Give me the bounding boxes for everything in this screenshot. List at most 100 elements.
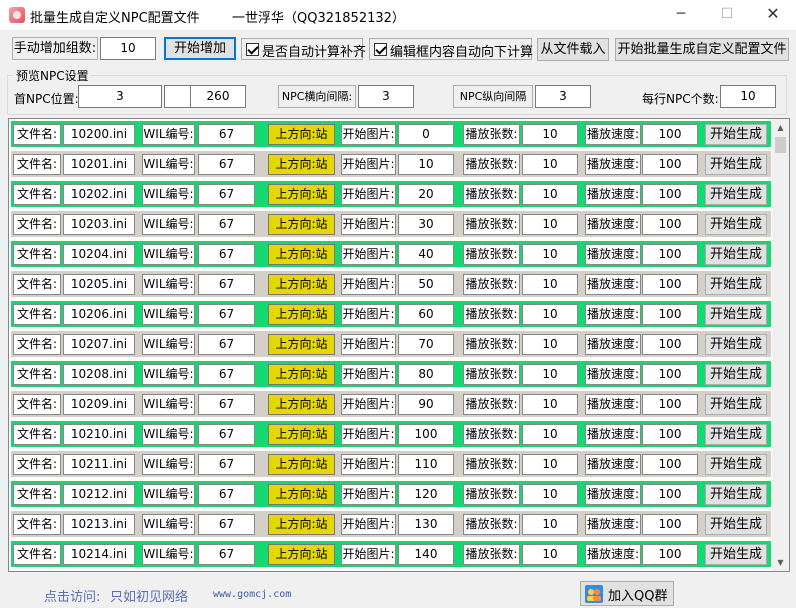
wil-input[interactable]: 67	[198, 214, 255, 235]
maximize-button[interactable]: ☐	[704, 0, 750, 30]
generate-button[interactable]: 开始生成	[705, 334, 767, 355]
wil-input[interactable]: 67	[198, 544, 255, 565]
wil-input[interactable]: 67	[198, 184, 255, 205]
scroll-thumb[interactable]	[775, 137, 786, 153]
play-speed-input[interactable]: 100	[642, 244, 698, 265]
filename-input[interactable]: 10208.ini	[63, 364, 135, 385]
play-speed-input[interactable]: 100	[642, 124, 698, 145]
wil-input[interactable]: 67	[198, 304, 255, 325]
play-speed-input[interactable]: 100	[642, 454, 698, 475]
wil-input[interactable]: 67	[198, 154, 255, 175]
direction-select[interactable]: 上方向:站	[268, 184, 335, 205]
start-img-input[interactable]: 20	[398, 184, 454, 205]
wil-input[interactable]: 67	[198, 424, 255, 445]
first-pos-z-input[interactable]: 260	[190, 85, 246, 108]
direction-select[interactable]: 上方向:站	[268, 544, 335, 565]
load-file-button[interactable]: 从文件载入	[537, 38, 609, 61]
play-count-input[interactable]: 10	[522, 424, 578, 445]
filename-input[interactable]: 10210.ini	[63, 424, 135, 445]
wil-input[interactable]: 67	[198, 124, 255, 145]
play-speed-input[interactable]: 100	[642, 514, 698, 535]
direction-select[interactable]: 上方向:站	[268, 334, 335, 355]
direction-select[interactable]: 上方向:站	[268, 304, 335, 325]
site-name-link[interactable]: 只如初见网络	[110, 586, 188, 605]
generate-button[interactable]: 开始生成	[705, 484, 767, 505]
filename-input[interactable]: 10213.ini	[63, 514, 135, 535]
generate-button[interactable]: 开始生成	[705, 454, 767, 475]
play-speed-input[interactable]: 100	[642, 424, 698, 445]
play-speed-input[interactable]: 100	[642, 394, 698, 415]
filename-input[interactable]: 10203.ini	[63, 214, 135, 235]
npc-list[interactable]: 文件名: 10200.ini WIL编号: 67 上方向:站 开始图片: 0 播放张数: 10 播…	[8, 118, 790, 572]
generate-button[interactable]: 开始生成	[705, 424, 767, 445]
start-img-input[interactable]: 10	[398, 154, 454, 175]
play-count-input[interactable]: 10	[522, 304, 578, 325]
wil-input[interactable]: 67	[198, 484, 255, 505]
direction-select[interactable]: 上方向:站	[268, 244, 335, 265]
generate-button[interactable]: 开始生成	[705, 124, 767, 145]
generate-button[interactable]: 开始生成	[705, 394, 767, 415]
start-img-input[interactable]: 50	[398, 274, 454, 295]
play-count-input[interactable]: 10	[522, 124, 578, 145]
filename-input[interactable]: 10200.ini	[63, 124, 135, 145]
direction-select[interactable]: 上方向:站	[268, 274, 335, 295]
play-count-input[interactable]: 10	[522, 244, 578, 265]
play-speed-input[interactable]: 100	[642, 274, 698, 295]
filename-input[interactable]: 10201.ini	[63, 154, 135, 175]
play-count-input[interactable]: 10	[522, 214, 578, 235]
direction-select[interactable]: 上方向:站	[268, 424, 335, 445]
start-img-input[interactable]: 30	[398, 214, 454, 235]
close-button[interactable]: ✕	[750, 0, 796, 30]
site-url-link[interactable]: www.gomcj.com	[213, 589, 291, 600]
wil-input[interactable]: 67	[198, 334, 255, 355]
start-img-input[interactable]: 90	[398, 394, 454, 415]
generate-button[interactable]: 开始生成	[705, 154, 767, 175]
play-speed-input[interactable]: 100	[642, 184, 698, 205]
play-speed-input[interactable]: 100	[642, 544, 698, 565]
generate-button[interactable]: 开始生成	[705, 274, 767, 295]
direction-select[interactable]: 上方向:站	[268, 214, 335, 235]
play-count-input[interactable]: 10	[522, 364, 578, 385]
play-speed-input[interactable]: 100	[642, 214, 698, 235]
filename-input[interactable]: 10202.ini	[63, 184, 135, 205]
first-pos-x-input[interactable]: 3	[78, 85, 162, 108]
per-row-input[interactable]: 10	[720, 85, 776, 108]
play-count-input[interactable]: 10	[522, 154, 578, 175]
v-spacing-input[interactable]: 3	[535, 85, 591, 108]
play-speed-input[interactable]: 100	[642, 154, 698, 175]
wil-input[interactable]: 67	[198, 454, 255, 475]
direction-select[interactable]: 上方向:站	[268, 454, 335, 475]
direction-select[interactable]: 上方向:站	[268, 514, 335, 535]
play-speed-input[interactable]: 100	[642, 304, 698, 325]
direction-select[interactable]: 上方向:站	[268, 394, 335, 415]
filename-input[interactable]: 10212.ini	[63, 484, 135, 505]
start-img-input[interactable]: 40	[398, 244, 454, 265]
start-img-input[interactable]: 0	[398, 124, 454, 145]
scroll-down-icon[interactable]: ▼	[772, 554, 789, 571]
filename-input[interactable]: 10207.ini	[63, 334, 135, 355]
batch-generate-button[interactable]: 开始批量生成自定义配置文件	[615, 38, 789, 61]
filename-input[interactable]: 10209.ini	[63, 394, 135, 415]
filename-input[interactable]: 10205.ini	[63, 274, 135, 295]
direction-select[interactable]: 上方向:站	[268, 364, 335, 385]
play-count-input[interactable]: 10	[522, 274, 578, 295]
start-img-input[interactable]: 80	[398, 364, 454, 385]
filename-input[interactable]: 10211.ini	[63, 454, 135, 475]
direction-select[interactable]: 上方向:站	[268, 154, 335, 175]
play-speed-input[interactable]: 100	[642, 334, 698, 355]
wil-input[interactable]: 67	[198, 394, 255, 415]
filename-input[interactable]: 10204.ini	[63, 244, 135, 265]
play-count-input[interactable]: 10	[522, 454, 578, 475]
play-count-input[interactable]: 10	[522, 334, 578, 355]
scroll-up-icon[interactable]: ▲	[772, 119, 789, 136]
auto-down-checkbox[interactable]	[374, 43, 387, 56]
start-img-input[interactable]: 110	[398, 454, 454, 475]
play-speed-input[interactable]: 100	[642, 484, 698, 505]
generate-button[interactable]: 开始生成	[705, 184, 767, 205]
play-count-input[interactable]: 10	[522, 184, 578, 205]
wil-input[interactable]: 67	[198, 364, 255, 385]
start-img-input[interactable]: 120	[398, 484, 454, 505]
play-speed-input[interactable]: 100	[642, 364, 698, 385]
join-qq-group-button[interactable]: 加入QQ群	[580, 581, 674, 606]
start-img-input[interactable]: 140	[398, 544, 454, 565]
